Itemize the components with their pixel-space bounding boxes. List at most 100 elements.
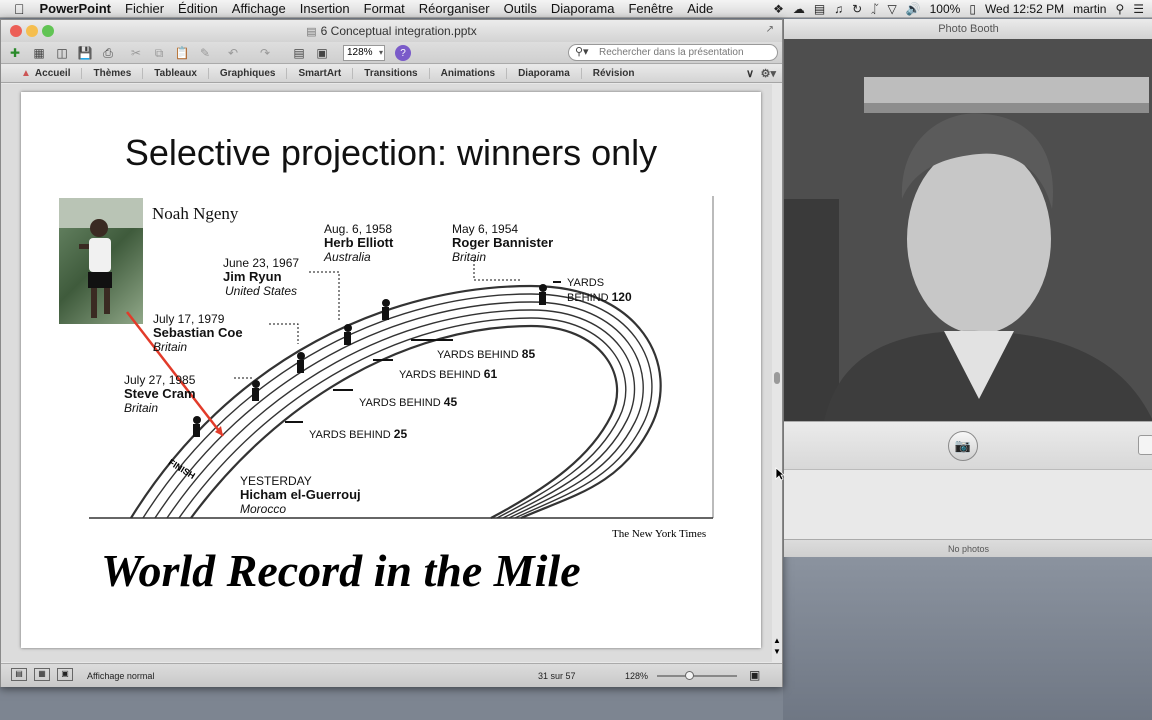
photo-strip [784, 469, 1152, 539]
menu-format[interactable]: Format [357, 1, 412, 16]
runner-name: Herb Elliott [324, 235, 394, 250]
slide[interactable]: Selective projection: winners only Noah … [21, 92, 761, 648]
slide-counter: 31 sur 57 [538, 671, 576, 681]
runner-name: Steve Cram [124, 386, 196, 401]
copy-icon[interactable]: ⧉ [151, 45, 167, 61]
tab-smartart[interactable]: SmartArt [287, 68, 354, 79]
close-button[interactable] [10, 25, 22, 37]
tab-revision[interactable]: Révision [582, 68, 646, 79]
take-photo-button[interactable]: 📷 [948, 431, 978, 461]
format-painter-icon[interactable]: ✎ [197, 45, 213, 61]
menu-fenetre[interactable]: Fenêtre [621, 1, 680, 16]
new-icon[interactable]: ✚ [7, 45, 23, 61]
vertical-scrollbar[interactable]: ▲ ▼ [772, 84, 782, 662]
yards-value: 45 [443, 395, 458, 409]
wifi-icon[interactable]: ▽ [887, 2, 896, 16]
volume-icon[interactable]: 🔊 [906, 2, 921, 16]
zoom-slider-knob[interactable] [685, 671, 694, 680]
previous-slide-icon[interactable]: ▲ [773, 636, 781, 645]
runner-country: Morocco [240, 502, 287, 516]
menu-aide[interactable]: Aide [680, 1, 720, 16]
yards-behind-25: YARDS BEHIND 25 [309, 427, 407, 441]
standard-toolbar: ✚ ▦ ◫ 💾 ⎙ ✂ ⧉ 📋 ✎ ↶ ↷ ▤ ▣ 128% ▾ ? ⚲▾ Rec… [1, 42, 782, 64]
tab-themes[interactable]: Thèmes [82, 68, 144, 79]
minimize-button[interactable] [26, 25, 38, 37]
fullscreen-icon[interactable]: ↗ [766, 24, 774, 35]
tab-transitions[interactable]: Transitions [353, 68, 430, 79]
spotlight-icon[interactable]: ⚲ [1115, 2, 1124, 16]
desktop-background [783, 556, 1152, 720]
redo-icon[interactable]: ↷ [257, 45, 273, 61]
menu-outils[interactable]: Outils [497, 1, 544, 16]
yards-label: YARDS [567, 277, 605, 289]
battery-icon[interactable]: ▯ [969, 2, 976, 16]
dropbox-icon[interactable]: ❖ [773, 2, 784, 16]
yards-value: 25 [393, 427, 408, 441]
ppt-title-bar[interactable]: ▤ 6 Conceptual integration.pptx ↗ [1, 20, 782, 42]
ribbon-collapse-icon[interactable]: ∨ [746, 67, 754, 80]
music-icon[interactable]: ♫ [834, 2, 843, 16]
yards-value: 120 [611, 290, 632, 304]
menu-app-name[interactable]: PowerPoint [33, 1, 119, 16]
print-icon[interactable]: ⎙ [100, 45, 116, 61]
paste-icon[interactable]: 📋 [174, 45, 190, 61]
yards-label: YARDS BEHIND [437, 349, 519, 361]
yards-label: BEHIND [567, 292, 609, 304]
search-input[interactable]: ⚲▾ Rechercher dans la présentation [568, 44, 778, 61]
apple-icon[interactable]:  [0, 1, 33, 17]
open-icon[interactable]: ◫ [54, 45, 70, 61]
slide-title[interactable]: Selective projection: winners only [21, 132, 761, 174]
photo-booth-title-bar[interactable]: Photo Booth [784, 19, 1152, 39]
effects-button[interactable] [1138, 435, 1152, 455]
gallery-icon[interactable]: ▦ [31, 45, 47, 61]
slide-canvas: Selective projection: winners only Noah … [1, 84, 782, 662]
ribbon-settings-icon[interactable]: ⚙▾ [761, 67, 776, 80]
zoom-slider[interactable] [657, 671, 737, 680]
yards-label: YARDS BEHIND [309, 429, 391, 441]
next-slide-icon[interactable]: ▼ [773, 647, 781, 656]
tab-diaporama[interactable]: Diaporama [507, 68, 582, 79]
cut-icon[interactable]: ✂ [128, 45, 144, 61]
zoom-button[interactable] [42, 25, 54, 37]
menu-insertion[interactable]: Insertion [293, 1, 357, 16]
menu-reorganiser[interactable]: Réorganiser [412, 1, 497, 16]
undo-icon[interactable]: ↶ [225, 45, 241, 61]
menu-diaporama[interactable]: Diaporama [544, 1, 622, 16]
menu-edition[interactable]: Édition [171, 1, 225, 16]
menu-fichier[interactable]: Fichier [118, 1, 171, 16]
runner-name: Jim Ryun [223, 269, 282, 284]
zoom-field[interactable]: 128% ▾ [343, 45, 385, 61]
yards-label: YARDS BEHIND [399, 369, 481, 381]
chevron-down-icon[interactable]: ▾ [379, 46, 383, 60]
slideshow-view-button[interactable]: ▣ [57, 668, 73, 681]
sorter-view-button[interactable]: ▦ [34, 668, 50, 681]
no-photos-label: No photos [784, 539, 1152, 557]
time-machine-icon[interactable]: ↻ [852, 2, 862, 16]
tab-animations[interactable]: Animations [430, 68, 508, 79]
runner-date: Aug. 6, 1958 [324, 222, 393, 236]
runner-label-coe: July 17, 1979 Sebastian Coe Britain [153, 312, 243, 354]
clock[interactable]: Wed 12:52 PM [985, 2, 1064, 16]
search-placeholder: Rechercher dans la présentation [599, 47, 744, 58]
save-icon[interactable]: 💾 [77, 45, 93, 61]
menu-affichage[interactable]: Affichage [225, 1, 293, 16]
bluetooth-icon[interactable]: ᛢ [871, 2, 878, 16]
fit-window-icon[interactable]: ▣ [749, 668, 760, 682]
search-icon: ⚲▾ [575, 46, 589, 58]
tab-tableaux[interactable]: Tableaux [143, 68, 209, 79]
tab-accueil[interactable]: ▲ Accueil [1, 68, 83, 79]
status-bar: ▤ ▦ ▣ Affichage normal 31 sur 57 128% ▣ [1, 663, 782, 687]
cloud-icon[interactable]: ☁ [793, 2, 805, 16]
notification-list-icon[interactable]: ☰ [1133, 2, 1144, 16]
slide-layout-icon[interactable]: ▤ [291, 45, 307, 61]
document-icon[interactable]: ▤ [814, 2, 825, 16]
normal-view-button[interactable]: ▤ [11, 668, 27, 681]
user-name[interactable]: martin [1073, 2, 1106, 16]
slideshow-icon[interactable]: ▣ [314, 45, 330, 61]
runner-label-bannister: May 6, 1954 Roger Bannister Britain [452, 222, 553, 264]
tab-graphiques[interactable]: Graphiques [209, 68, 288, 79]
scroll-thumb[interactable] [774, 372, 780, 384]
help-icon[interactable]: ? [395, 45, 411, 61]
battery-percent[interactable]: 100% [930, 2, 961, 16]
track-illustration [89, 196, 714, 520]
